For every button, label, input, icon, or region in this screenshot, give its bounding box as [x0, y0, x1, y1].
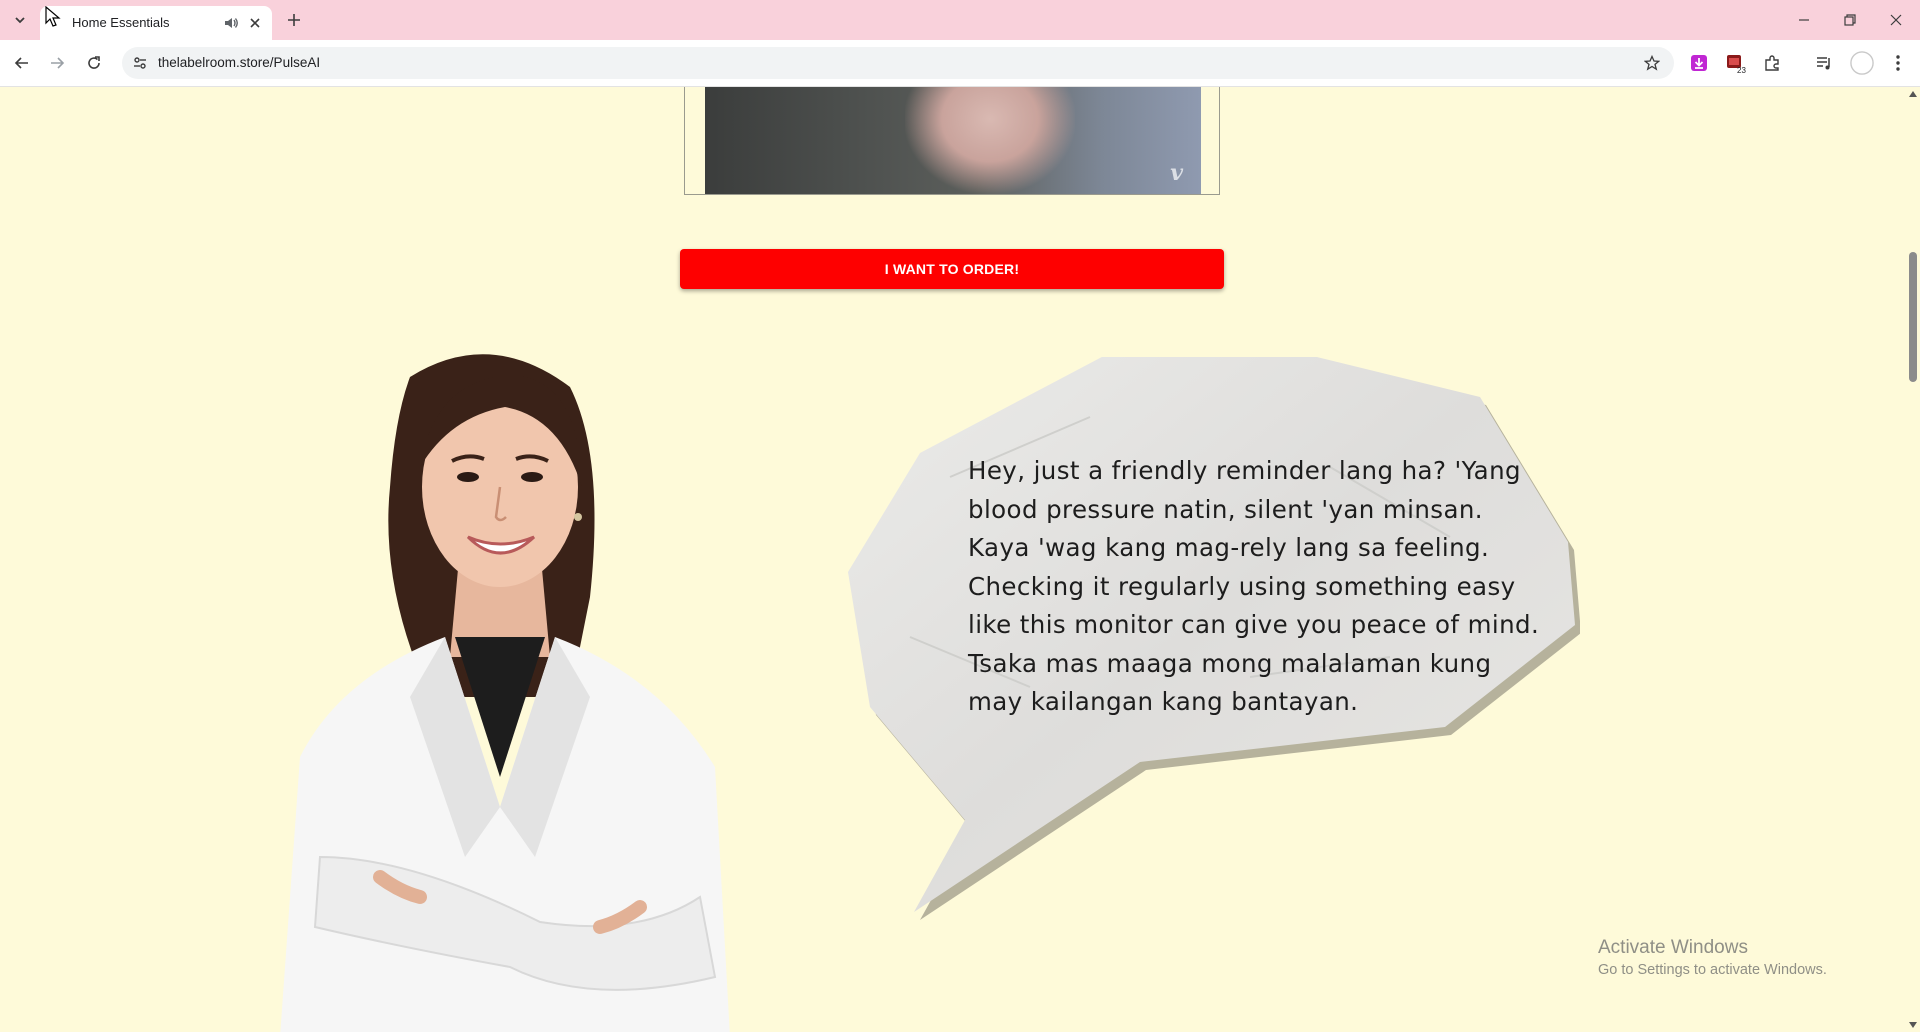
back-arrow-icon[interactable]: [8, 49, 36, 77]
speech-bubble-text: Hey, just a friendly reminder lang ha? '…: [968, 456, 1540, 716]
video-embed-frame: v: [684, 87, 1220, 195]
activate-windows-title: Activate Windows: [1598, 937, 1748, 958]
url-text[interactable]: thelabelroom.store/PulseAI: [158, 55, 320, 70]
new-tab-plus-icon[interactable]: [282, 8, 306, 32]
browser-tab[interactable]: Home Essentials: [40, 6, 272, 40]
scroll-down-arrow-icon[interactable]: [1909, 1022, 1917, 1028]
bookmark-star-icon[interactable]: [1642, 53, 1662, 73]
tab-search-chevron-icon[interactable]: [8, 8, 32, 32]
scroll-thumb[interactable]: [1909, 252, 1917, 382]
tab-title: Home Essentials: [72, 15, 170, 30]
restore-icon[interactable]: [1836, 6, 1864, 34]
order-button[interactable]: I WANT TO ORDER!: [680, 249, 1224, 289]
doctor-image: [280, 354, 730, 1032]
scroll-up-arrow-icon[interactable]: [1909, 91, 1917, 97]
browser-toolbar: thelabelroom.store/PulseAI 23: [0, 40, 1920, 87]
calendar-extension-icon[interactable]: 23: [1724, 51, 1748, 75]
minimize-icon[interactable]: [1790, 6, 1818, 34]
media-control-icon[interactable]: [1812, 51, 1836, 75]
activate-windows-watermark: Activate Windows Go to Settings to activ…: [1598, 937, 1827, 978]
close-window-icon[interactable]: [1882, 6, 1910, 34]
page-content: v I WANT TO ORDER! Hey, just a friendly …: [0, 87, 1906, 1032]
activate-windows-subtitle: Go to Settings to activate Windows.: [1598, 962, 1827, 978]
video-thumbnail-hand: [905, 87, 1075, 194]
address-bar[interactable]: thelabelroom.store/PulseAI: [122, 47, 1674, 79]
profile-avatar-icon[interactable]: [1850, 51, 1874, 75]
download-extension-icon[interactable]: [1687, 51, 1711, 75]
video-player[interactable]: v: [705, 87, 1201, 194]
vertical-scrollbar[interactable]: [1906, 87, 1920, 1032]
mouse-cursor-icon: [45, 6, 61, 27]
menu-kebab-icon[interactable]: [1886, 51, 1910, 75]
tab-strip: Home Essentials: [0, 0, 1920, 40]
close-tab-icon[interactable]: [246, 14, 264, 32]
speaker-icon[interactable]: [222, 14, 240, 32]
vimeo-logo-icon[interactable]: v: [1170, 160, 1183, 186]
forward-arrow-icon[interactable]: [43, 49, 71, 77]
reload-icon[interactable]: [80, 49, 108, 77]
extension-badge: 23: [1737, 66, 1746, 74]
extensions-puzzle-icon[interactable]: [1760, 51, 1784, 75]
site-settings-icon[interactable]: [130, 53, 150, 73]
